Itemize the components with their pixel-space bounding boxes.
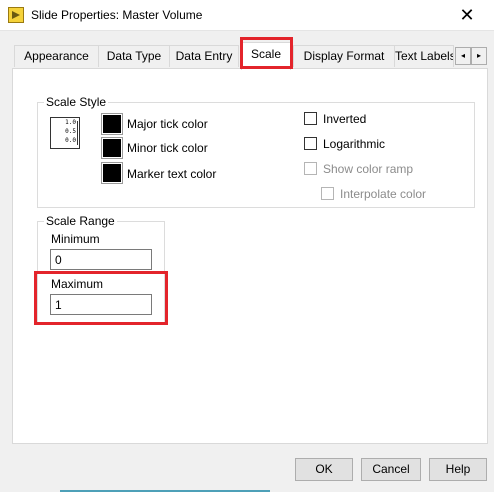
tab-scroll-left-icon[interactable]: ◂ [455, 47, 471, 65]
maximum-label: Maximum [51, 277, 104, 291]
tab-data-type[interactable]: Data Type [98, 45, 170, 67]
show-color-ramp-checkbox[interactable] [304, 162, 317, 175]
logarithmic-checkbox[interactable] [304, 137, 317, 150]
minimum-field[interactable] [50, 249, 152, 270]
minor-tick-color-swatch[interactable] [101, 137, 123, 159]
scale-style-title: Scale Style [44, 95, 109, 109]
title-bar: Slide Properties: Master Volume ✕ [0, 0, 494, 31]
marker-text-color-label: Marker text color [127, 167, 217, 181]
scale-style-preview-icon[interactable]: 1.0 0.5 0.0 [50, 117, 80, 149]
tab-display-format[interactable]: Display Format [293, 45, 395, 67]
minimum-label: Minimum [51, 232, 100, 246]
preview-tick-label: 0.0 [65, 137, 76, 144]
minor-tick-color-label: Minor tick color [127, 141, 208, 155]
tab-strip: Appearance Data Type Data Entry Scale Di… [12, 42, 492, 70]
cancel-button[interactable]: Cancel [361, 458, 421, 481]
show-color-ramp-label: Show color ramp [323, 162, 414, 176]
tab-appearance[interactable]: Appearance [14, 45, 99, 67]
tab-scroll-right-icon[interactable]: ▸ [471, 47, 487, 65]
tab-scale[interactable]: Scale [241, 42, 291, 70]
window-title: Slide Properties: Master Volume [31, 8, 203, 22]
preview-tick-label: 0.5 [65, 128, 76, 135]
help-button[interactable]: Help [429, 458, 487, 481]
preview-tick-label: 1.0 [65, 119, 76, 126]
maximum-field[interactable] [50, 294, 152, 315]
preview-scale-bar [77, 121, 78, 145]
scale-range-title: Scale Range [44, 214, 117, 228]
ok-button[interactable]: OK [295, 458, 353, 481]
logarithmic-label: Logarithmic [323, 137, 386, 151]
tab-text-labels[interactable]: Text Labels [394, 45, 454, 67]
major-tick-color-label: Major tick color [127, 117, 208, 131]
marker-text-color-swatch[interactable] [101, 162, 123, 184]
scale-tab-panel: Scale Style 1.0 0.5 0.0 Major tick color… [12, 68, 488, 444]
major-tick-color-swatch[interactable] [101, 113, 123, 135]
close-icon[interactable]: ✕ [452, 4, 482, 26]
interpolate-color-checkbox[interactable] [321, 187, 334, 200]
inverted-label: Inverted [323, 112, 367, 126]
inverted-checkbox[interactable] [304, 112, 317, 125]
interpolate-color-label: Interpolate color [340, 187, 427, 201]
labview-app-icon [8, 7, 24, 23]
tab-data-entry[interactable]: Data Entry [169, 45, 239, 67]
